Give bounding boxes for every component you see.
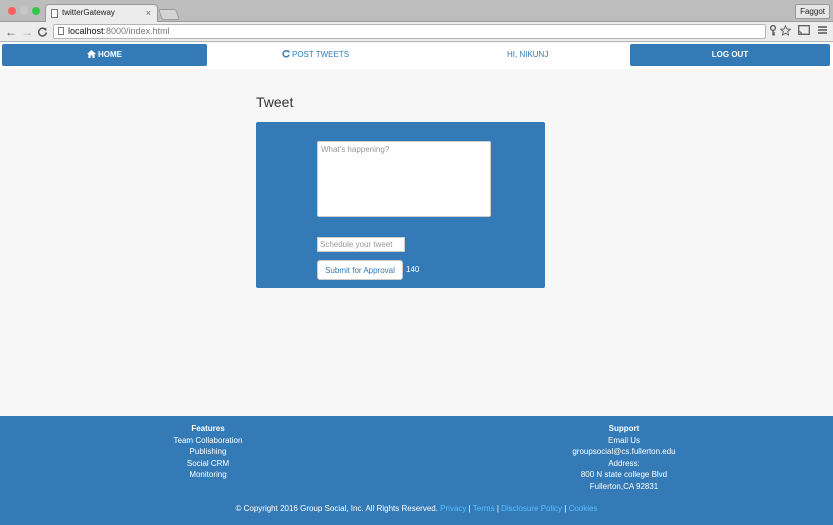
home-icon (87, 50, 96, 58)
window-minimize-dot[interactable] (20, 7, 28, 15)
link-separator: | (564, 504, 567, 513)
browser-tab[interactable]: twitterGateway × (45, 4, 158, 22)
page-icon (58, 27, 64, 35)
tab-title: twitterGateway (62, 8, 115, 17)
schedule-input[interactable] (317, 237, 405, 252)
page-icon (51, 9, 58, 18)
window-maximize-dot[interactable] (32, 7, 40, 15)
address-label: Address: (608, 458, 640, 468)
features-heading: Features (191, 424, 225, 433)
new-tab-button[interactable] (157, 9, 181, 20)
app-navbar: HOME POST TWEETS HI, NIKUNJ LOG OUT (0, 43, 833, 69)
cast-icon[interactable] (798, 25, 810, 39)
key-icon[interactable] (769, 24, 777, 40)
browser-tab-bar: twitterGateway × Faggot (0, 0, 833, 22)
back-arrow-icon[interactable]: ← (5, 24, 17, 40)
terms-link[interactable]: Terms (473, 504, 495, 513)
submit-for-approval-button[interactable]: Submit for Approval (317, 260, 403, 280)
home-label: HOME (98, 50, 122, 59)
forward-arrow-icon[interactable]: → (21, 24, 33, 40)
tweet-composer-panel: Submit for Approval 140 (256, 122, 545, 288)
refresh-icon (282, 50, 290, 58)
footer-support-column: Support Email Us groupsocial@cs.fullerto… (560, 423, 688, 492)
address-street: 800 N state college Blvd (580, 470, 668, 479)
support-email[interactable]: groupsocial@cs.fullerton.edu (560, 446, 688, 458)
privacy-link[interactable]: Privacy (440, 504, 466, 513)
browser-toolbar: ← → localhost:8000/index.html (0, 22, 833, 42)
address-city: Fullerton,CA 92831 (589, 481, 659, 491)
features-item-publishing[interactable]: Publishing (162, 446, 254, 458)
support-heading: Support (608, 424, 640, 433)
features-item-monitoring[interactable]: Monitoring (162, 469, 254, 481)
post-tweets-label: POST TWEETS (292, 50, 350, 59)
character-counter: 140 (406, 265, 420, 274)
footer: Features Team Collaboration Publishing S… (0, 416, 833, 525)
copyright-text: © Copyright 2016 Group Social, Inc. All … (235, 504, 438, 513)
tweet-textarea[interactable] (317, 141, 491, 217)
copyright-line: © Copyright 2016 Group Social, Inc. All … (0, 503, 833, 514)
user-greeting[interactable]: HI, NIKUNJ (507, 44, 548, 66)
home-button[interactable]: HOME (2, 44, 207, 66)
logout-button[interactable]: LOG OUT (630, 44, 830, 66)
cookies-link[interactable]: Cookies (569, 504, 598, 513)
footer-features-column: Features Team Collaboration Publishing S… (162, 423, 254, 481)
reload-icon[interactable] (37, 24, 48, 42)
profile-button[interactable]: Faggot (795, 4, 830, 19)
address-bar[interactable]: localhost:8000/index.html (53, 24, 766, 39)
post-tweets-link[interactable]: POST TWEETS (282, 44, 349, 66)
link-separator: | (496, 504, 499, 513)
page-title: Tweet (256, 94, 294, 110)
disclosure-policy-link[interactable]: Disclosure Policy (501, 504, 562, 513)
url-path: :8000/index.html (103, 26, 170, 36)
email-us-link[interactable]: Email Us (560, 435, 688, 447)
features-item-team-collaboration[interactable]: Team Collaboration (162, 435, 254, 447)
url-host: localhost (68, 26, 104, 36)
features-item-social-crm[interactable]: Social CRM (162, 458, 254, 470)
window-close-dot[interactable] (8, 7, 16, 15)
star-icon[interactable] (779, 24, 792, 40)
menu-icon[interactable] (818, 25, 827, 39)
tab-close-icon[interactable]: × (146, 5, 151, 21)
link-separator: | (468, 504, 471, 513)
